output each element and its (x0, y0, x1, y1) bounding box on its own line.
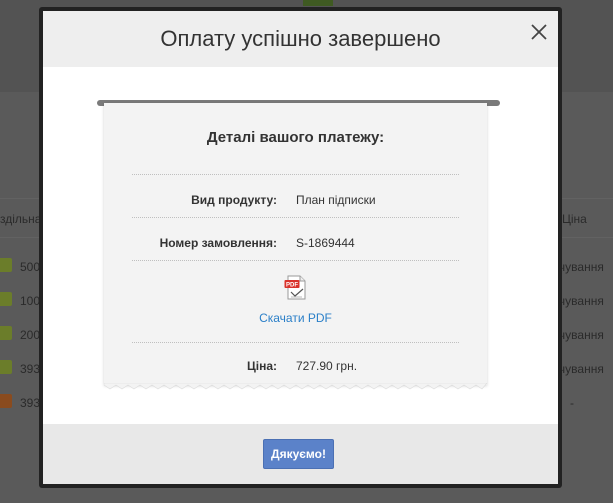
modal-content: Оплату успішно завершено Деталі вашого п… (43, 11, 558, 484)
modal-body: Деталі вашого платежу: Вид продукту: Пла… (43, 67, 558, 424)
row-download-icon (0, 292, 12, 306)
order-number-value: S-1869444 (296, 236, 355, 250)
receipt-divider (132, 260, 459, 261)
close-icon[interactable] (528, 21, 550, 43)
receipt-torn-edge (104, 383, 487, 390)
pdf-file-icon[interactable]: PDF (284, 275, 308, 301)
row-download-icon (0, 258, 12, 272)
row-number: 500 (20, 260, 41, 274)
row-download-icon (0, 326, 12, 340)
price-value: 727.90 грн. (296, 359, 358, 373)
row-status: - (570, 396, 574, 410)
modal-header: Оплату успішно завершено (43, 11, 558, 67)
thanks-button[interactable]: Дякуємо! (263, 439, 334, 469)
receipt-divider (132, 342, 459, 343)
product-value: План підписки (296, 193, 376, 207)
download-pdf-link[interactable]: Скачати PDF (104, 311, 487, 325)
background-column-header-price: Ціна (562, 212, 587, 226)
payment-receipt: Деталі вашого платежу: Вид продукту: Пла… (104, 103, 487, 385)
row-download-icon (0, 360, 12, 374)
receipt-divider (132, 217, 459, 218)
pdf-icon-label: PDF (286, 283, 298, 289)
product-label: Вид продукту: (191, 193, 277, 207)
background-accent (303, 0, 333, 6)
price-label: Ціна: (246, 359, 277, 373)
row-download-icon (0, 394, 12, 408)
payment-success-modal: Оплату успішно завершено Деталі вашого п… (39, 7, 562, 488)
receipt-heading: Деталі вашого платежу: (206, 129, 385, 146)
modal-footer: Дякуємо! (43, 424, 558, 484)
modal-title: Оплату успішно завершено (160, 26, 441, 51)
receipt-divider (132, 174, 459, 175)
order-number-label: Номер замовлення: (159, 236, 277, 250)
